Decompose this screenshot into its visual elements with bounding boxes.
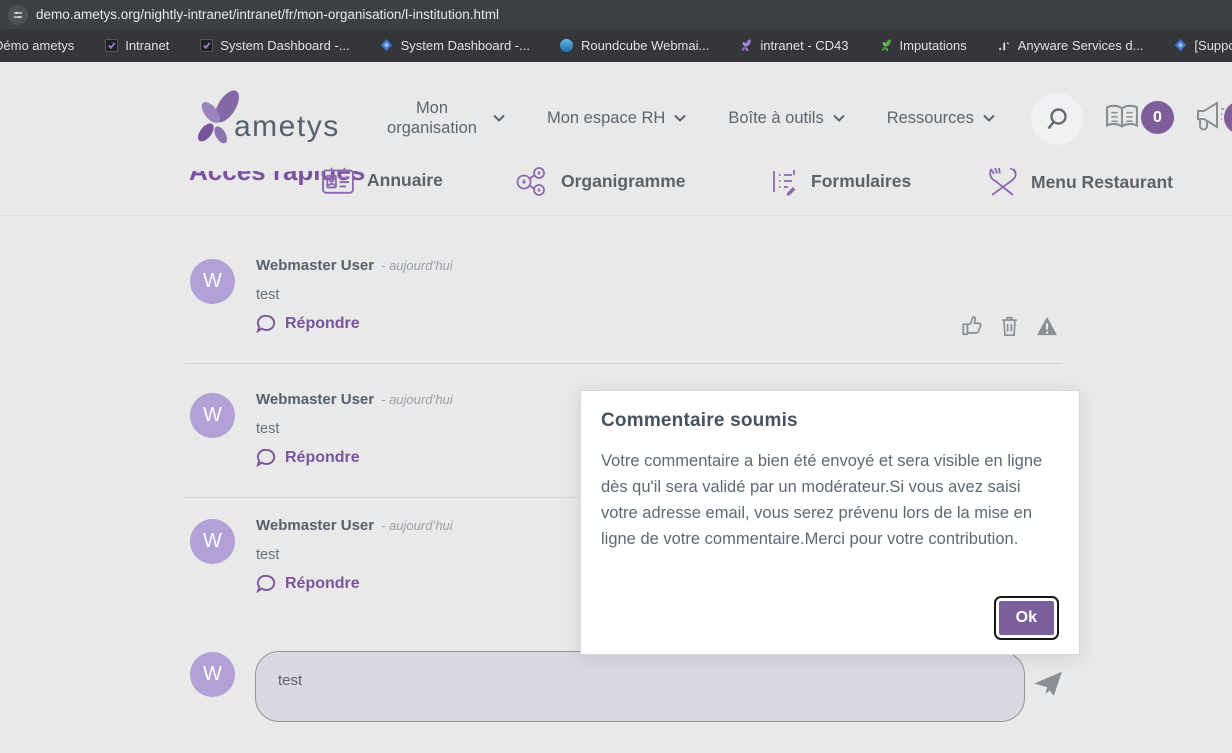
address-bar[interactable]: demo.ametys.org/nightly-intranet/intrane…	[36, 7, 499, 22]
bookmark-anyware[interactable]: Anyware Services d...	[997, 38, 1144, 53]
reply-button[interactable]: Répondre	[256, 314, 360, 333]
speech-bubble-icon	[256, 574, 277, 593]
news-count-badge[interactable]: 0	[1139, 99, 1176, 136]
dialog-title: Commentaire soumis	[601, 410, 1059, 432]
avatar: W	[190, 393, 235, 438]
nav-mon-espace-rh[interactable]: Mon espace RH	[547, 109, 686, 128]
avatar: W	[190, 259, 235, 304]
reply-button[interactable]: Répondre	[256, 448, 360, 467]
section-divider	[0, 215, 1232, 216]
bookmark-intranet-cd43[interactable]: intranet - CD43	[739, 38, 848, 53]
comment-date: - aujourd’hui	[381, 392, 453, 407]
screen: demo.ametys.org/nightly-intranet/intrane…	[0, 0, 1232, 753]
trash-icon	[1000, 315, 1019, 337]
dialog-message: Votre commentaire a bien été envoyé et s…	[601, 448, 1059, 552]
paper-plane-icon	[1032, 670, 1064, 698]
chevron-down-icon	[493, 114, 505, 122]
ametys-purple-favicon	[739, 39, 753, 53]
quick-link-annuaire[interactable]: Annuaire	[322, 166, 443, 194]
quick-link-formulaires[interactable]: Formulaires	[770, 166, 911, 196]
bookmark-intranet[interactable]: Intranet	[104, 38, 169, 53]
bookmark-system-dashboard-2[interactable]: System Dashboard -...	[380, 38, 530, 53]
chevron-down-icon	[833, 114, 845, 122]
comment-date: - aujourd’hui	[381, 258, 453, 273]
id-card-icon	[322, 166, 354, 194]
like-button[interactable]	[961, 315, 983, 337]
ametys-green-favicon	[879, 39, 893, 53]
speech-bubble-icon	[256, 314, 277, 333]
browser-url-bar: demo.ametys.org/nightly-intranet/intrane…	[0, 0, 1232, 29]
nav-ressources[interactable]: Ressources	[887, 109, 995, 128]
jira-favicon	[380, 39, 394, 53]
roundcube-favicon	[560, 39, 574, 53]
avatar: W	[190, 519, 235, 564]
newspaper-icon	[1102, 102, 1142, 134]
search-button[interactable]	[1031, 93, 1083, 145]
bookmark-roundcube[interactable]: Roundcube Webmai...	[560, 38, 709, 53]
reply-button[interactable]: Répondre	[256, 574, 360, 593]
page-content: ametys Mon organisation Mon espace RH Bo…	[0, 62, 1232, 753]
intranet-favicon	[104, 39, 118, 53]
jira-favicon	[1173, 39, 1187, 53]
comment-date: - aujourd’hui	[381, 518, 453, 533]
warning-icon	[1036, 316, 1058, 336]
comment-input-box[interactable]: test	[255, 651, 1025, 722]
site-info-icon[interactable]	[8, 5, 28, 25]
comment-item-1: W Webmaster User - aujourd’hui test Répo…	[190, 257, 1070, 338]
logo-text: ametys	[234, 110, 340, 144]
ok-button[interactable]: Ok	[996, 598, 1057, 638]
quick-link-organigramme[interactable]: Organigramme	[514, 166, 685, 196]
chevron-down-icon	[674, 114, 686, 122]
send-button[interactable]	[1032, 670, 1064, 698]
bookmark-imputations[interactable]: Imputations	[879, 38, 967, 53]
thumbs-up-icon	[961, 315, 983, 337]
report-button[interactable]	[1036, 316, 1058, 336]
comment-author: Webmaster User	[256, 391, 374, 408]
comment-author: Webmaster User	[256, 517, 374, 534]
comment-author: Webmaster User	[256, 257, 374, 274]
nav-boite-a-outils[interactable]: Boîte à outils	[728, 109, 844, 128]
anyware-favicon	[997, 39, 1011, 53]
chevron-down-icon	[983, 114, 995, 122]
bookmark-demo-ametys[interactable]: Démo ametys	[0, 38, 74, 53]
main-nav: Mon organisation Mon espace RH Boîte à o…	[380, 90, 995, 146]
comment-text: test	[256, 287, 1070, 303]
comment-submitted-dialog: Commentaire soumis Votre commentaire a b…	[580, 390, 1080, 655]
comment-input[interactable]: test	[256, 652, 1024, 721]
bookmark-system-dashboard-1[interactable]: System Dashboard -...	[199, 38, 349, 53]
dashboard-favicon	[199, 39, 213, 53]
avatar: W	[190, 652, 235, 697]
ametys-logo[interactable]: ametys	[186, 90, 340, 150]
delete-button[interactable]	[1000, 315, 1019, 337]
bookmarks-bar: Démo ametys Intranet System Dashboard -.…	[0, 29, 1232, 62]
nav-mon-organisation[interactable]: Mon organisation	[380, 98, 505, 138]
search-icon	[1044, 106, 1070, 132]
restaurant-icon	[986, 166, 1018, 198]
org-chart-icon	[514, 166, 548, 196]
comment-divider	[185, 363, 1062, 364]
speech-bubble-icon	[256, 448, 277, 467]
quick-link-menu-restaurant[interactable]: Menu Restaurant	[986, 166, 1173, 198]
bookmark-support-jira-1[interactable]: [Support] - JIRA Any...	[1173, 38, 1232, 53]
form-icon	[770, 166, 798, 196]
news-button[interactable]	[1102, 102, 1142, 139]
